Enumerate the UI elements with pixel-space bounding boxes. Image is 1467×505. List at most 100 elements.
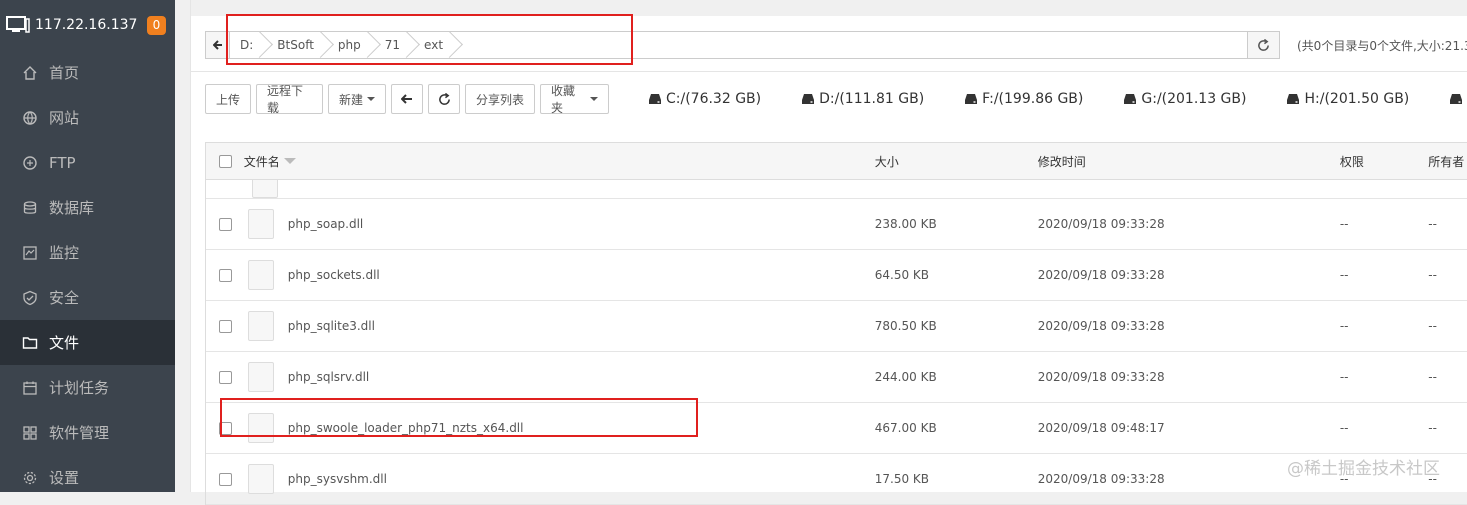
file-owner: -- (1428, 217, 1437, 231)
file-icon (247, 464, 274, 494)
file-icon (247, 311, 274, 341)
refresh-icon (438, 92, 450, 105)
hard-drive-icon (1124, 94, 1137, 104)
file-name[interactable]: php_soap.dll (288, 217, 364, 231)
disk-label: C:/(76.32 GB) (666, 91, 762, 107)
favorites-button-label: 收藏夹 (551, 84, 576, 115)
sidebar-item-1[interactable]: 网站 (0, 95, 175, 140)
sidebar-item-9[interactable]: 设置 (0, 455, 175, 500)
hard-drive-icon (1287, 94, 1300, 104)
sidebar-item-3[interactable]: 数据库 (0, 185, 175, 230)
monitor-icon (6, 16, 30, 33)
path-refresh-button[interactable] (1247, 32, 1279, 58)
file-owner: -- (1428, 319, 1437, 333)
sidebar-item-label: 安全 (49, 289, 80, 307)
file-size: 17.50 KB (874, 472, 930, 486)
refresh-icon (1258, 38, 1269, 51)
file-name[interactable]: php_sqlsrv.dll (288, 370, 370, 384)
file-icon (247, 209, 274, 239)
file-highlight-box (220, 398, 698, 437)
caret-down-icon (367, 97, 375, 101)
disk-label: G:/(201.13 GB) (1141, 91, 1247, 107)
file-permission: -- (1339, 217, 1349, 231)
table-row-partial (206, 180, 1467, 199)
file-icon (247, 362, 274, 392)
row-checkbox[interactable] (219, 370, 233, 384)
file-name[interactable]: php_sqlite3.dll (288, 319, 375, 333)
upload-button[interactable]: 上传 (205, 84, 251, 114)
file-table: 文件名 大小 修改时间 权限 所有者 php_soap.dll 238.00 KB… (205, 142, 1467, 505)
file-name[interactable]: php_sysvshm.dll (288, 472, 387, 486)
arrow-left-icon (212, 40, 222, 50)
file-size: 238.00 KB (874, 217, 937, 231)
table-row[interactable]: php_sysvshm.dll 17.50 KB 2020/09/18 09:33:… (206, 454, 1467, 505)
file-permission: -- (1339, 421, 1349, 435)
gear-icon (22, 470, 38, 486)
monitor-icon (22, 245, 38, 261)
file-modified: 2020/09/18 09:48:17 (1037, 421, 1165, 435)
disk-list: C:/(76.32 GB) D:/(111.81 GB) F:/(199.86 GB… (648, 83, 1467, 115)
select-all-checkbox[interactable] (219, 154, 233, 168)
refresh-button[interactable] (428, 84, 460, 114)
remote-download-button[interactable]: 远程下载 (256, 84, 323, 115)
sidebar-item-6[interactable]: 文件 (0, 320, 175, 365)
file-size: 64.50 KB (874, 268, 930, 282)
file-permission: -- (1339, 319, 1349, 333)
table-row[interactable]: php_sockets.dll 64.50 KB 2020/09/18 09:33:… (206, 250, 1467, 301)
sidebar-item-5[interactable]: 安全 (0, 275, 175, 320)
file-size: 244.00 KB (874, 370, 937, 384)
disk-item[interactable]: C:/(76.32 GB) (648, 91, 761, 107)
directory-summary: (共0个目录与0个文件,大小:21.31 (1297, 39, 1467, 53)
back-toolbar-button[interactable] (391, 84, 423, 114)
table-row[interactable]: php_soap.dll 238.00 KB 2020/09/18 09:33:28… (206, 199, 1467, 250)
disk-label: H:/(201.50 GB) (1304, 91, 1410, 107)
sidebar-item-2[interactable]: FTP (0, 140, 175, 185)
sidebar-item-label: 设置 (49, 469, 80, 487)
disk-item[interactable]: H:/(201.50 GB) (1286, 91, 1409, 107)
permission-column-header: 权限 (1339, 154, 1364, 169)
path-highlight-box (226, 14, 633, 65)
share-list-button[interactable]: 分享列表 (465, 84, 535, 114)
sidebar-item-label: 网站 (49, 109, 80, 127)
arrow-left-icon (401, 94, 412, 104)
file-owner: -- (1428, 268, 1437, 282)
notification-badge[interactable]: 0 (147, 15, 166, 35)
sidebar-item-4[interactable]: 监控 (0, 230, 175, 275)
disk-item[interactable]: I:/(20 (1449, 91, 1467, 107)
sidebar-item-label: 文件 (49, 334, 80, 352)
shield-icon (22, 290, 38, 306)
home-icon (22, 65, 38, 81)
file-icon (252, 180, 278, 198)
new-button-label: 新建 (339, 92, 364, 107)
server-header[interactable]: 117.22.16.137 0 (0, 0, 175, 50)
name-column-header[interactable]: 文件名 (244, 153, 875, 170)
table-row[interactable]: php_sqlite3.dll 780.50 KB 2020/09/18 09:33… (206, 301, 1467, 352)
disk-item[interactable]: D:/(111.81 GB) (801, 91, 924, 107)
row-checkbox[interactable] (219, 217, 233, 231)
sidebar-item-0[interactable]: 首页 (0, 50, 175, 95)
row-checkbox[interactable] (219, 472, 233, 486)
caret-down-icon (590, 97, 598, 101)
calendar-icon (22, 380, 38, 396)
size-column-header[interactable]: 大小 (875, 153, 1038, 170)
file-size: 780.50 KB (874, 319, 937, 333)
folder-icon (22, 335, 38, 351)
row-checkbox[interactable] (219, 268, 233, 282)
row-checkbox[interactable] (219, 319, 233, 333)
sort-icon[interactable] (283, 158, 296, 164)
modified-column-header[interactable]: 修改时间 (1038, 153, 1340, 170)
owner-column-header: 所有者 (1428, 154, 1465, 169)
sidebar-item-7[interactable]: 计划任务 (0, 365, 175, 410)
favorites-button[interactable]: 收藏夹 (540, 84, 609, 115)
hard-drive-icon (802, 94, 815, 104)
file-name[interactable]: php_sockets.dll (288, 268, 380, 282)
file-permission: -- (1339, 370, 1349, 384)
table-row[interactable]: php_sqlsrv.dll 244.00 KB 2020/09/18 09:33:… (206, 352, 1467, 403)
hard-drive-icon (649, 94, 661, 104)
new-button[interactable]: 新建 (328, 84, 386, 114)
sidebar-item-8[interactable]: 软件管理 (0, 410, 175, 455)
disk-item[interactable]: F:/(199.86 GB) (964, 91, 1083, 107)
disk-item[interactable]: G:/(201.13 GB) (1123, 91, 1246, 107)
file-modified: 2020/09/18 09:33:28 (1037, 319, 1165, 333)
sidebar-item-label: 首页 (49, 64, 80, 82)
